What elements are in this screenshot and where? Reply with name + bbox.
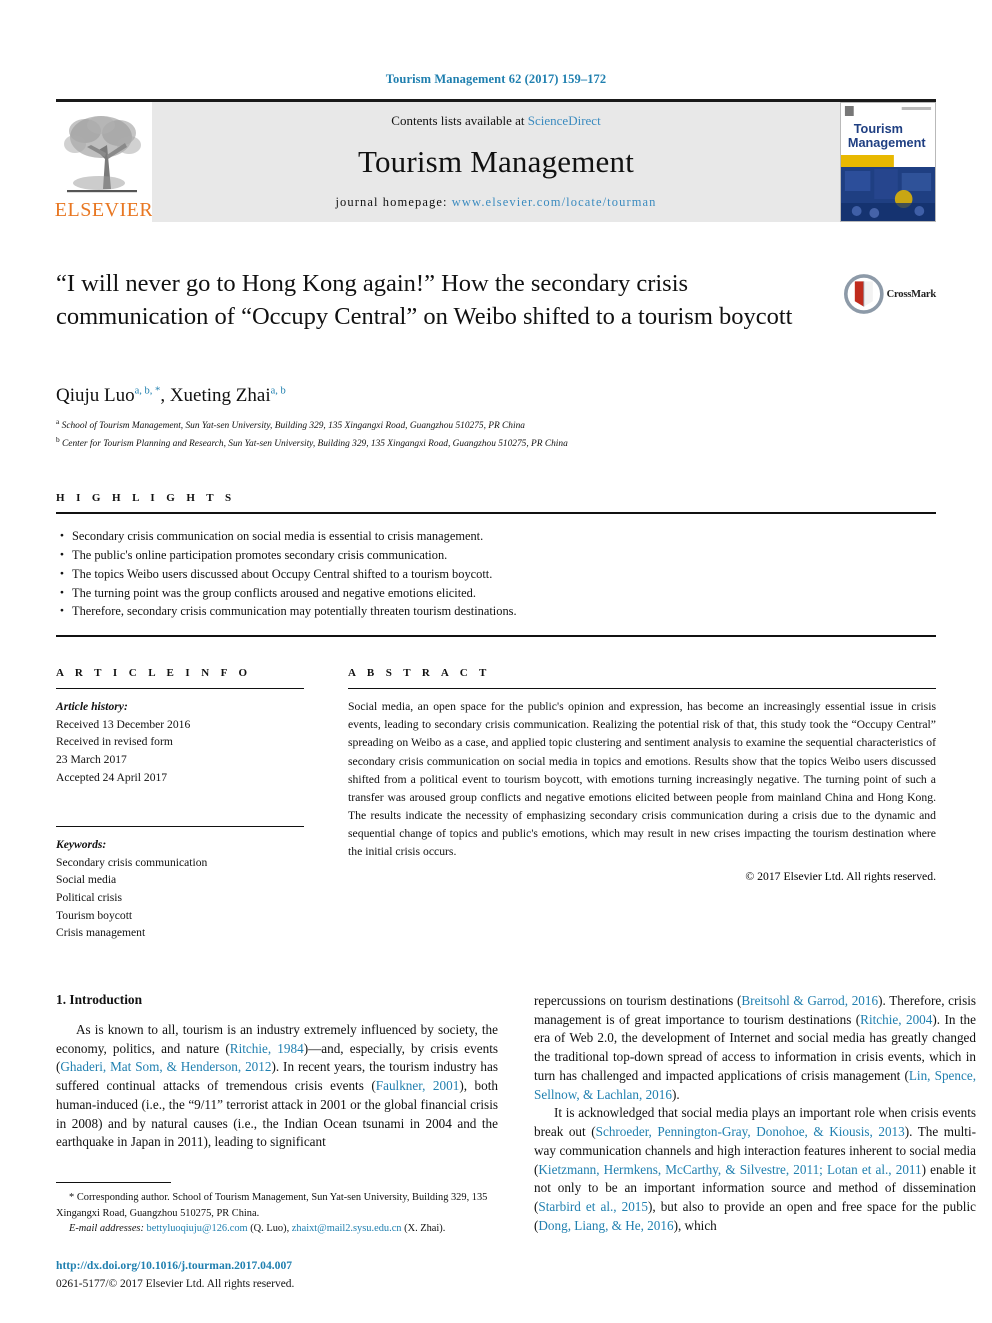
citation-dong-2016[interactable]: Dong, Liang, & He, 2016 (538, 1218, 673, 1233)
keywords-label: Keywords: (56, 838, 107, 852)
history-line: Accepted 24 April 2017 (56, 770, 168, 784)
intro-text-r1d: ). (671, 1086, 680, 1102)
abstract-text: Social media, an open space for the publ… (348, 700, 936, 859)
affiliation-text-b: Center for Tourism Planning and Research… (62, 439, 568, 450)
body-column-right: repercussions on tourism destinations (B… (534, 992, 976, 1293)
article-info-heading: A R T I C L E I N F O (56, 667, 252, 680)
citation-faulkner-2001[interactable]: Faulkner, 2001 (376, 1078, 460, 1093)
citation-ritchie-1984[interactable]: Ritchie, 1984 (230, 1041, 304, 1056)
citation-breitsohl-2016[interactable]: Breitsohl & Garrod, 2016 (741, 993, 878, 1008)
title-block: “I will never go to Hong Kong again!” Ho… (56, 268, 936, 364)
email-owner-2: (X. Zhai). (404, 1223, 446, 1235)
page-title: “I will never go to Hong Kong again!” Ho… (56, 270, 793, 330)
author-marks-2: a, b (270, 385, 286, 397)
contents-prefix: Contents lists available at (391, 113, 528, 128)
article-history-label: Article history: (56, 700, 128, 714)
journal-homepage-line: journal homepage: www.elsevier.com/locat… (335, 195, 656, 210)
affiliation-b: b Center for Tourism Planning and Resear… (56, 434, 936, 452)
footnote-separator-rule (56, 1182, 171, 1184)
abstract-heading: A B S T R A C T (348, 667, 491, 680)
citation-ghaderi-2012[interactable]: Ghaderi, Mat Som, & Henderson, 2012 (60, 1059, 271, 1074)
homepage-url-link[interactable]: www.elsevier.com/locate/tourman (452, 195, 657, 209)
intro-text-r1a: repercussions on tourism destinations ( (534, 992, 742, 1008)
author-marks-1: a, b, * (134, 385, 161, 397)
journal-cover-thumbnail: Tourism Management (840, 102, 936, 222)
crossmark-badge[interactable]: CrossMark (844, 270, 936, 318)
homepage-prefix: journal homepage: (335, 195, 452, 209)
page-footer: http://dx.doi.org/10.1016/j.tourman.2017… (56, 1258, 498, 1293)
intro-paragraph-right-1: repercussions on tourism destinations (B… (534, 992, 976, 1104)
intro-paragraph-left: As is known to all, tourism is an indust… (56, 1021, 498, 1152)
asterisk-icon: * (69, 1192, 75, 1204)
crossmark-icon (844, 274, 884, 314)
elsevier-logo: ELSEVIER (54, 102, 154, 222)
abstract-copyright: © 2017 Elsevier Ltd. All rights reserved… (745, 870, 936, 884)
intro-paragraph-right-2: It is acknowledged that social media pla… (534, 1104, 976, 1235)
body-column-left: 1. Introduction As is known to all, tour… (56, 992, 498, 1293)
affiliation-list: a School of Tourism Management, Sun Yat-… (56, 416, 936, 452)
keyword-item: Crisis management (56, 926, 146, 940)
email-link-2[interactable]: zhaixt@mail2.sysu.edu.cn (292, 1223, 402, 1234)
highlights-rule-bottom (56, 635, 936, 638)
issn-copyright-line: 0261-5177/© 2017 Elsevier Ltd. All right… (56, 1278, 295, 1291)
affiliation-mark-a: a (56, 417, 60, 426)
article-history-block: Article history: Received 13 December 20… (56, 689, 304, 786)
contents-available-line: Contents lists available at ScienceDirec… (391, 113, 600, 129)
doi-link[interactable]: http://dx.doi.org/10.1016/j.tourman.2017… (56, 1258, 498, 1274)
affiliation-a: a School of Tourism Management, Sun Yat-… (56, 416, 936, 434)
list-item: The turning point was the group conflict… (60, 584, 936, 603)
masthead-center: Contents lists available at ScienceDirec… (152, 102, 840, 222)
keywords-block: Keywords: Secondary crisis communication… (56, 826, 304, 942)
keyword-item: Social media (56, 873, 117, 887)
keyword-item: Tourism boycott (56, 908, 133, 922)
citation-ritchie-2004[interactable]: Ritchie, 2004 (860, 1012, 932, 1027)
elsevier-tree-icon (64, 116, 141, 193)
keyword-item: Political crisis (56, 891, 123, 905)
svg-text:Tourism: Tourism (854, 121, 903, 136)
footnotes-block: * Corresponding author. School of Touris… (56, 1174, 498, 1237)
footnote-corresponding-author-text: Corresponding author. School of Tourism … (56, 1192, 488, 1219)
svg-text:Management: Management (848, 135, 926, 150)
running-head: Tourism Management 62 (2017) 159–172 (385, 72, 607, 86)
intro-text-r2e: ), which (673, 1217, 717, 1233)
email-link-1[interactable]: bettyluoqiuju@126.com (147, 1223, 248, 1234)
cover-artwork: Tourism Management (841, 103, 935, 221)
sciencedirect-link[interactable]: ScienceDirect (528, 113, 601, 128)
list-item: The public's online participation promot… (60, 546, 936, 565)
list-item: The topics Weibo users discussed about O… (60, 565, 936, 584)
paper-page: Tourism Management 62 (2017) 159–172 ELS… (0, 0, 992, 1323)
email-addresses-label: E-mail addresses: (69, 1223, 144, 1235)
author-list: Qiuju Luoa, b, *, Xueting Zhaia, b (56, 385, 286, 406)
list-item: Therefore, secondary crisis communicatio… (60, 602, 936, 621)
journal-name: Tourism Management (357, 144, 635, 179)
footnote-corresponding-author: * Corresponding author. School of Touris… (56, 1190, 498, 1221)
citation-kietzmann-2011[interactable]: Kietzmann, Hermkens, McCarthy, & Silvest… (538, 1162, 921, 1177)
info-abstract-row: A R T I C L E I N F O Article history: R… (56, 667, 936, 942)
affiliation-text-a: School of Tourism Management, Sun Yat-se… (61, 421, 525, 432)
highlights-heading: H I G H L I G H T S (56, 491, 236, 504)
affiliation-mark-b: b (56, 434, 60, 444)
elsevier-wordmark: ELSEVIER (54, 199, 154, 221)
history-line: Received in revised form (56, 735, 173, 749)
citation-schroeder-2013[interactable]: Schroeder, Pennington-Gray, Donohoe, & K… (596, 1124, 905, 1139)
highlights-section: H I G H L I G H T S Secondary crisis com… (56, 491, 936, 638)
crossmark-label: CrossMark (886, 288, 937, 300)
journal-masthead: ELSEVIER Contents lists available at Sci… (54, 99, 936, 222)
author-name-2: Xueting Zhai (169, 385, 271, 406)
keyword-item: Secondary crisis communication (56, 855, 208, 869)
footnote-emails: E-mail addresses: bettyluoqiuju@126.com … (56, 1221, 498, 1237)
article-info-column: A R T I C L E I N F O Article history: R… (56, 667, 304, 942)
history-line: Received 13 December 2016 (56, 717, 191, 731)
highlights-list: Secondary crisis communication on social… (56, 514, 936, 635)
body-columns: 1. Introduction As is known to all, tour… (56, 992, 976, 1293)
history-line: 23 March 2017 (56, 753, 127, 767)
citation-starbird-2015[interactable]: Starbird et al., 2015 (538, 1199, 648, 1214)
list-item: Secondary crisis communication on social… (60, 527, 936, 546)
email-owner-1: (Q. Luo), (250, 1223, 290, 1235)
author-name-1: Qiuju Luo (56, 385, 135, 406)
keywords-body: Keywords: Secondary crisis communication… (56, 827, 304, 942)
section-title-introduction: 1. Introduction (56, 991, 143, 1007)
abstract-column: A B S T R A C T Social media, an open sp… (348, 667, 936, 942)
